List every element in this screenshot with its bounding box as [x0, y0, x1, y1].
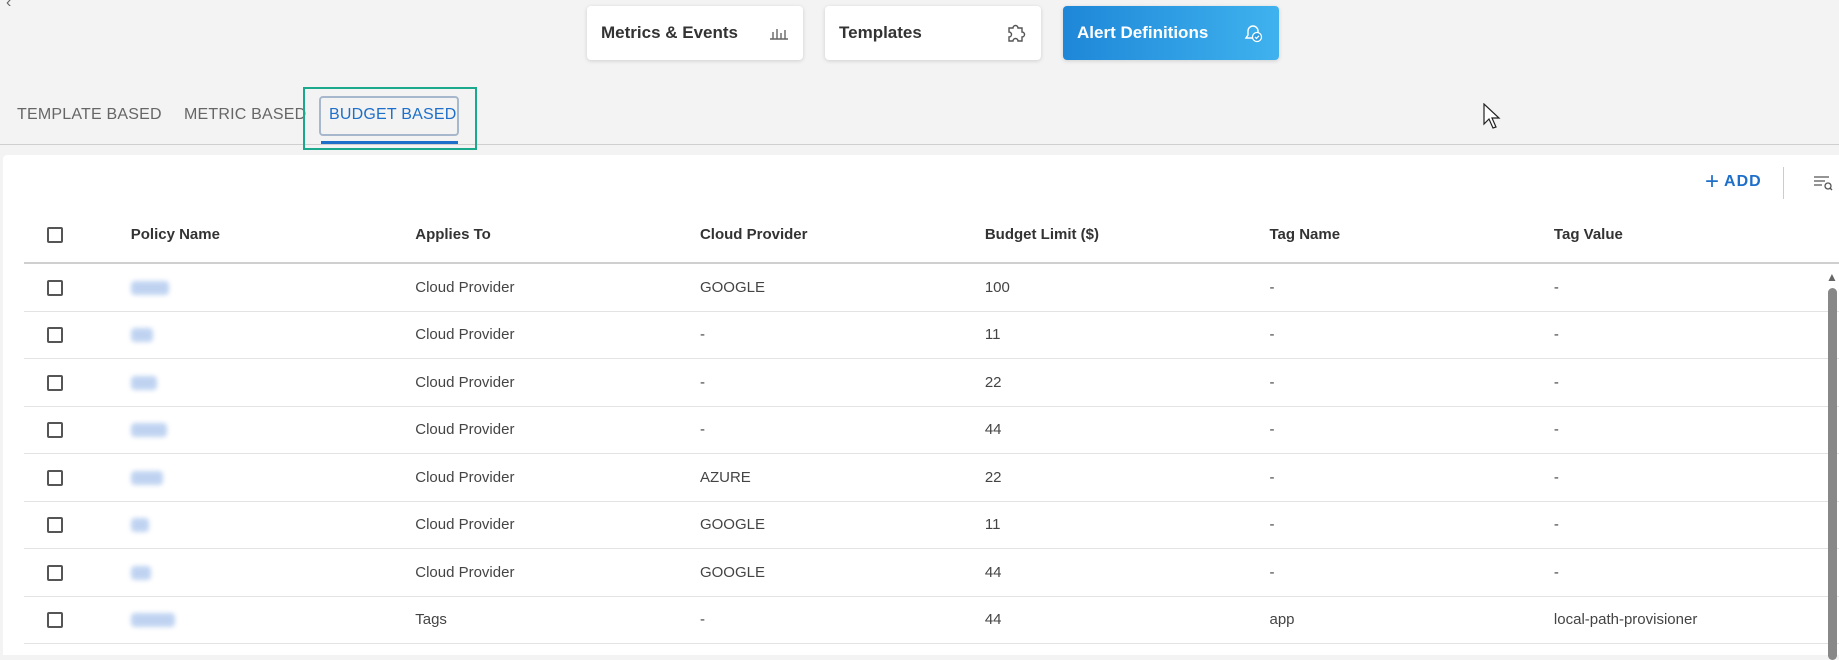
policy-name-redacted[interactable]	[130, 613, 175, 628]
budget-policies-panel: + ADD Policy Name Applies To Cloud Provi…	[3, 155, 1839, 660]
applies-to-cell: Cloud Provider	[415, 358, 700, 407]
tag-name-cell: -	[1269, 311, 1554, 359]
tag-value-cell: -	[1553, 263, 1839, 312]
table-header-row: Policy Name Applies To Cloud Provider Bu…	[24, 207, 1839, 264]
applies-to-cell: Cloud Provider	[415, 501, 700, 549]
vertical-scrollbar[interactable]: ▲	[1825, 270, 1839, 660]
tab-template-based[interactable]: TEMPLATE BASED	[17, 106, 162, 124]
tag-name-cell: -	[1269, 406, 1554, 454]
table-row[interactable]: Cloud Provider GOOGLE 11 - -	[24, 501, 1839, 549]
budget-limit-cell: 11	[984, 501, 1270, 549]
bell-check-icon	[1244, 25, 1263, 43]
header-cloud-provider[interactable]: Cloud Provider	[699, 207, 985, 264]
back-icon[interactable]: ‹	[6, 0, 11, 12]
row-checkbox[interactable]	[47, 612, 63, 629]
cloud-provider-cell: GOOGLE	[699, 263, 985, 312]
tag-value-cell: -	[1553, 406, 1839, 454]
add-button[interactable]: + ADD	[1705, 168, 1762, 195]
budget-limit-cell: 44	[984, 596, 1270, 644]
select-all-checkbox[interactable]	[47, 227, 63, 244]
policy-name-redacted[interactable]	[130, 375, 157, 390]
tag-name-cell: -	[1269, 548, 1554, 597]
cloud-provider-cell: GOOGLE	[699, 548, 985, 597]
tag-name-cell: -	[1269, 358, 1554, 407]
budget-limit-cell: 22	[984, 453, 1270, 502]
table-row[interactable]: Tags - 44 app local-path-provisioner	[24, 596, 1839, 644]
filter-search-icon[interactable]	[1813, 175, 1833, 191]
nav-cards: Metrics & Events Templates Alert Definit…	[587, 6, 1279, 60]
cloud-provider-cell: -	[699, 358, 985, 407]
applies-to-cell: Cloud Provider	[415, 406, 700, 454]
header-tag-name[interactable]: Tag Name	[1269, 207, 1554, 264]
budget-limit-cell: 11	[984, 311, 1270, 359]
tag-value-cell: -	[1553, 358, 1839, 407]
table-row[interactable]: Cloud Provider GOOGLE 44 - -	[24, 548, 1839, 597]
budget-policies-table: Policy Name Applies To Cloud Provider Bu…	[24, 207, 1839, 644]
alert-definitions-card[interactable]: Alert Definitions	[1063, 6, 1279, 60]
policy-name-redacted[interactable]	[130, 470, 163, 485]
policy-name-redacted[interactable]	[130, 328, 153, 343]
tag-name-cell: -	[1269, 453, 1554, 502]
templates-label: Templates	[839, 23, 922, 42]
metrics-events-card[interactable]: Metrics & Events	[587, 6, 803, 60]
plus-icon: +	[1705, 168, 1721, 195]
policy-name-redacted[interactable]	[130, 565, 151, 580]
puzzle-icon	[1008, 24, 1026, 42]
templates-card[interactable]: Templates	[825, 6, 1041, 60]
row-checkbox[interactable]	[47, 422, 63, 439]
row-checkbox[interactable]	[47, 327, 63, 344]
policy-name-redacted[interactable]	[130, 423, 167, 438]
policy-type-tabs: TEMPLATE BASED METRIC BASED BUDGET BASED	[0, 88, 1839, 145]
tag-value-cell: local-path-provisioner	[1553, 596, 1839, 644]
tab-metric-based[interactable]: METRIC BASED	[184, 106, 306, 124]
header-budget-limit[interactable]: Budget Limit ($)	[984, 207, 1270, 264]
table-row[interactable]: Cloud Provider GOOGLE 100 - -	[24, 263, 1839, 312]
metrics-events-label: Metrics & Events	[601, 23, 738, 42]
applies-to-cell: Tags	[415, 596, 700, 644]
tag-value-cell: -	[1553, 453, 1839, 502]
row-checkbox[interactable]	[47, 374, 63, 391]
budget-limit-cell: 100	[984, 263, 1270, 312]
cloud-provider-cell: -	[699, 406, 985, 454]
tag-value-cell: -	[1553, 548, 1839, 597]
tag-name-cell: -	[1269, 501, 1554, 549]
tag-name-cell: -	[1269, 263, 1554, 312]
alert-definitions-label: Alert Definitions	[1077, 23, 1209, 42]
applies-to-cell: Cloud Provider	[415, 263, 700, 312]
table-row[interactable]: Cloud Provider AZURE 22 - -	[24, 453, 1839, 502]
add-button-label: ADD	[1724, 173, 1762, 190]
row-checkbox[interactable]	[47, 279, 63, 296]
scroll-up-arrow-icon[interactable]: ▲	[1826, 270, 1838, 284]
header-tag-value[interactable]: Tag Value	[1553, 207, 1839, 264]
active-tab-underline	[321, 141, 458, 144]
scrollbar-thumb[interactable]	[1828, 288, 1837, 660]
cloud-provider-cell: -	[699, 596, 985, 644]
header-policy-name[interactable]: Policy Name	[130, 207, 416, 264]
tag-name-cell: app	[1269, 596, 1554, 644]
cloud-provider-cell: -	[699, 311, 985, 359]
table-row[interactable]: Cloud Provider - 22 - -	[24, 358, 1839, 407]
table-row[interactable]: Cloud Provider - 11 - -	[24, 311, 1839, 359]
bar-chart-icon	[770, 29, 788, 40]
tab-focus-ring	[319, 96, 459, 136]
applies-to-cell: Cloud Provider	[415, 453, 700, 502]
header-applies-to[interactable]: Applies To	[415, 207, 700, 264]
applies-to-cell: Cloud Provider	[415, 311, 700, 359]
policy-name-redacted[interactable]	[130, 518, 149, 533]
mouse-cursor-icon	[1483, 103, 1501, 129]
budget-limit-cell: 44	[984, 548, 1270, 597]
policy-name-redacted[interactable]	[130, 280, 169, 295]
cloud-provider-cell: AZURE	[699, 453, 985, 502]
row-checkbox[interactable]	[47, 564, 63, 581]
row-checkbox[interactable]	[47, 517, 63, 534]
applies-to-cell: Cloud Provider	[415, 548, 700, 597]
tag-value-cell: -	[1553, 311, 1839, 359]
toolbar-divider	[1783, 167, 1784, 199]
budget-limit-cell: 44	[984, 406, 1270, 454]
cloud-provider-cell: GOOGLE	[699, 501, 985, 549]
row-checkbox[interactable]	[47, 469, 63, 486]
table-row[interactable]: Cloud Provider - 44 - -	[24, 406, 1839, 454]
tag-value-cell: -	[1553, 501, 1839, 549]
budget-limit-cell: 22	[984, 358, 1270, 407]
